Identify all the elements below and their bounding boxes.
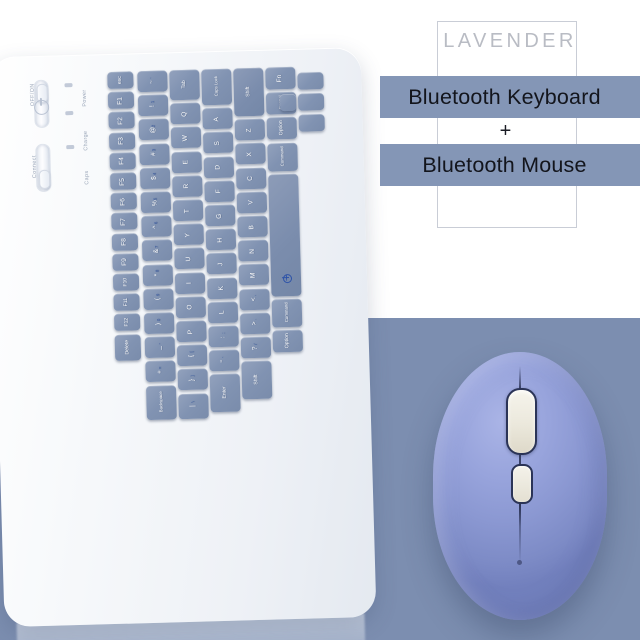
key-s[interactable]: S	[202, 131, 234, 154]
key-b[interactable]: B	[237, 215, 268, 238]
key-shift[interactable]: Shift	[233, 67, 265, 117]
key-label: Caps Lock	[213, 75, 219, 97]
key-label: F12	[123, 317, 130, 327]
mouse-seam-line	[519, 502, 521, 564]
key-label: Shift	[253, 374, 260, 385]
key-arrow-left[interactable]	[297, 93, 325, 111]
key-y[interactable]: Y	[173, 223, 205, 246]
key-arrow-right[interactable]	[298, 114, 325, 132]
color-name-label: LAVENDER	[443, 30, 577, 52]
key-[interactable]: + =	[145, 360, 176, 383]
key-f12[interactable]: F12	[113, 313, 141, 332]
key-label: Shift	[245, 86, 252, 97]
key-d[interactable]: D	[203, 156, 235, 178]
key-t[interactable]: T	[172, 199, 204, 222]
key-backspace[interactable]: Backspace	[145, 384, 177, 420]
key-option[interactable]: Option	[272, 329, 304, 353]
key-arrow-up[interactable]	[297, 72, 324, 90]
key-c[interactable]: C	[235, 167, 267, 190]
dpi-button[interactable]	[511, 464, 533, 504]
key-label: Enter	[221, 386, 228, 400]
mouse-seam-end	[517, 560, 522, 565]
key-label: Command	[283, 302, 290, 323]
banner-mouse: Bluetooth Mouse	[380, 144, 640, 186]
key-label: Backspace	[157, 390, 164, 413]
key-label: Option	[284, 333, 291, 349]
key-h[interactable]: H	[205, 228, 237, 251]
key-a[interactable]: A	[202, 107, 233, 130]
key-alt-label: =	[157, 366, 163, 370]
key-label: Option	[278, 120, 285, 136]
key-n[interactable]: N	[237, 239, 269, 262]
key-shift[interactable]: Shift	[241, 360, 273, 400]
key-space[interactable]	[268, 173, 302, 297]
key-alt-label: /	[252, 343, 258, 345]
key-i[interactable]: I	[174, 271, 206, 294]
key-alt-label: ]	[189, 375, 195, 377]
key-u[interactable]: U	[174, 247, 205, 270]
key-command[interactable]: Command	[267, 142, 298, 172]
globe-icon	[282, 273, 292, 284]
key-delete[interactable]: Delete	[114, 333, 142, 361]
key-arrow-down[interactable]	[279, 93, 297, 112]
key-g[interactable]: G	[204, 204, 236, 227]
key-fn[interactable]: Fn	[265, 66, 296, 90]
key-j[interactable]: J	[206, 252, 237, 275]
key-v[interactable]: V	[236, 191, 268, 214]
key-q[interactable]: Q	[170, 102, 201, 125]
key-r[interactable]: R	[172, 175, 203, 198]
key-tab[interactable]: Tab	[169, 69, 200, 101]
plus-separator: +	[499, 119, 512, 142]
bluetooth-mouse	[433, 352, 607, 620]
key-caps-lock[interactable]: Caps Lock	[201, 68, 233, 106]
key-e[interactable]: E	[171, 151, 203, 173]
key-field: esc F1 F2 F3 F4 F5 F6 F7 F8 F9 F10 F11 F12 Delete ~ `! 1…	[0, 47, 376, 627]
banner-keyboard-text: Bluetooth Keyboard	[408, 84, 601, 109]
scroll-wheel[interactable]	[506, 388, 537, 455]
key-label: Tab	[180, 80, 188, 89]
key-alt-label: \	[190, 401, 196, 403]
bluetooth-keyboard: OFF/ON Connect Power Charge Caps esc F1 F2…	[0, 46, 385, 640]
key-[interactable]: | \	[178, 392, 209, 419]
key-label: Delete	[124, 339, 131, 355]
key-option[interactable]: Option	[266, 117, 298, 141]
keyboard-body: OFF/ON Connect Power Charge Caps esc F1 F2…	[0, 46, 377, 628]
product-image: OFF/ON Connect Power Charge Caps esc F1 F2…	[0, 0, 640, 640]
key-enter[interactable]: Enter	[209, 373, 241, 413]
key-x[interactable]: X	[235, 143, 266, 165]
key-f[interactable]: F	[204, 180, 235, 203]
key-alt-label: '	[221, 356, 227, 358]
banner-mouse-text: Bluetooth Mouse	[422, 152, 587, 177]
key-z[interactable]: Z	[234, 118, 266, 141]
key-[interactable]: " '	[208, 349, 240, 372]
key-command[interactable]: Command	[271, 298, 303, 328]
key-[interactable]: ? /	[240, 336, 272, 359]
key-label: Command	[279, 145, 285, 166]
key-w[interactable]: W	[170, 126, 202, 149]
banner-keyboard: Bluetooth Keyboard	[380, 76, 640, 118]
key-k[interactable]: K	[206, 277, 238, 299]
key-o[interactable]: O	[175, 296, 207, 319]
